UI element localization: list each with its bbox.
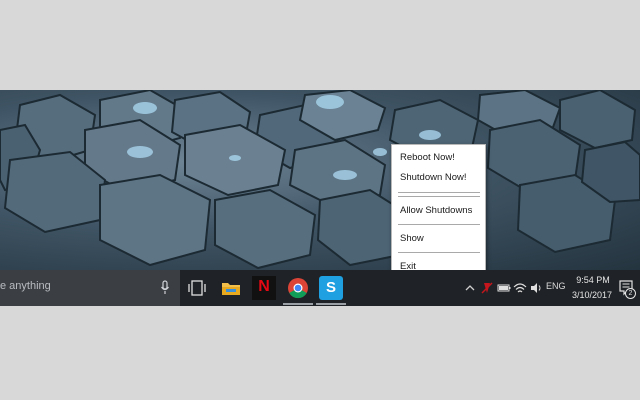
search-placeholder: e anything xyxy=(0,280,51,292)
desktop-wallpaper xyxy=(0,90,640,270)
notification-count-badge: 2 xyxy=(625,288,636,299)
chevron-up-icon[interactable] xyxy=(463,281,477,295)
shutdown-now-menu-item[interactable]: Shutdown Now! xyxy=(392,169,485,187)
skype-icon[interactable]: S xyxy=(319,276,343,300)
battery-icon[interactable] xyxy=(497,281,511,295)
menu-separator xyxy=(398,224,480,225)
clock-time: 9:54 PM xyxy=(576,275,610,285)
show-menu-item[interactable]: Show xyxy=(392,230,485,248)
microphone-icon[interactable] xyxy=(160,280,170,296)
chrome-active-indicator xyxy=(283,303,313,305)
reboot-now-menu-item[interactable]: Reboot Now! xyxy=(392,149,485,167)
menu-separator xyxy=(398,252,480,253)
cortana-search-box[interactable]: e anything xyxy=(0,270,180,306)
clock-date: 3/10/2017 xyxy=(571,290,613,300)
desktop-screen: Reboot Now! Shutdown Now! Allow Shutdown… xyxy=(0,90,640,306)
app-tray-icon[interactable] xyxy=(480,281,494,295)
wifi-icon[interactable] xyxy=(513,281,527,295)
menu-separator xyxy=(398,196,480,197)
netflix-letter: N xyxy=(258,278,270,295)
volume-icon[interactable] xyxy=(529,281,543,295)
file-explorer-icon[interactable] xyxy=(219,276,243,300)
task-view-icon[interactable] xyxy=(185,276,209,300)
netflix-icon[interactable]: N xyxy=(252,276,276,300)
tray-context-menu: Reboot Now! Shutdown Now! Allow Shutdown… xyxy=(391,144,486,284)
allow-shutdowns-menu-item[interactable]: Allow Shutdowns xyxy=(392,202,485,220)
taskbar: e anything N S ENG 9:54 PM 3/10/2017 2 xyxy=(0,270,640,306)
skype-active-indicator xyxy=(316,303,346,305)
chrome-icon[interactable] xyxy=(286,276,310,300)
input-language-indicator[interactable]: ENG xyxy=(546,281,566,291)
menu-separator xyxy=(398,192,480,193)
skype-letter: S xyxy=(325,279,336,296)
